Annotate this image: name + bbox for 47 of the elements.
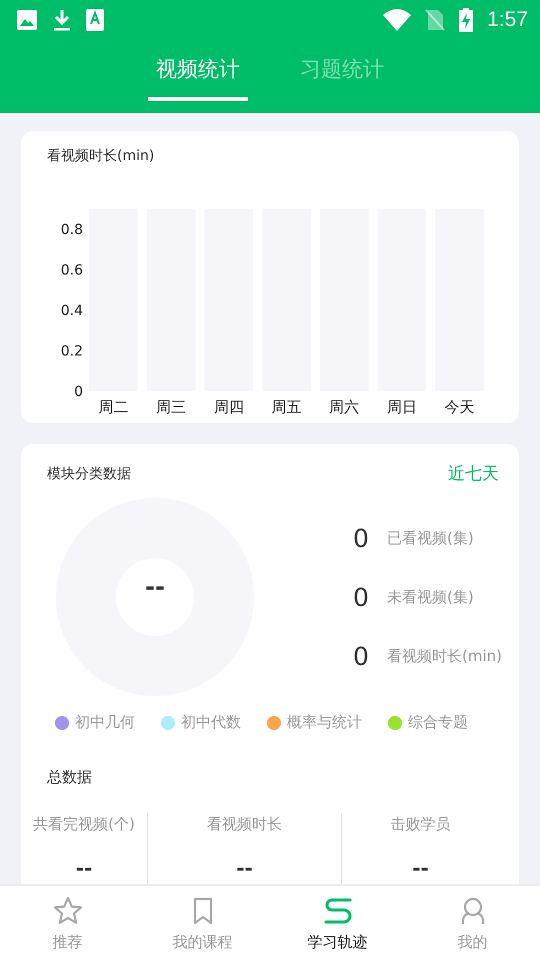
axis-label: 周三 xyxy=(156,398,186,416)
axis-label: 今天 xyxy=(444,398,475,416)
stat-value: 0 xyxy=(353,642,369,670)
axis-label: 周日 xyxy=(386,398,417,416)
stat-value: 0 xyxy=(353,524,369,552)
card-title: 看视频时长(min) xyxy=(47,147,156,165)
stat-label: 看视频时长(min) xyxy=(387,646,502,666)
axis-label: 周五 xyxy=(272,398,302,416)
download-icon xyxy=(52,8,72,32)
range-link[interactable]: 近七天 xyxy=(448,462,499,485)
legend-label: 综合专题 xyxy=(408,713,468,732)
axis-label: 0.2 xyxy=(60,344,83,360)
axis-label: 0 xyxy=(74,384,83,400)
battery-charging-icon xyxy=(459,8,474,32)
status-time: 1:57 xyxy=(487,8,528,32)
section-title: 总数据 xyxy=(47,768,93,787)
tab[interactable]: 视频统计 xyxy=(140,40,256,113)
nav-item[interactable]: 学习轨迹 xyxy=(270,886,405,960)
axis-label: 周二 xyxy=(98,398,128,416)
axis-label: 0.6 xyxy=(60,262,83,279)
tab[interactable]: 习题统计 xyxy=(284,40,400,113)
legend-label: 初中几何 xyxy=(75,713,135,732)
total-value: -- xyxy=(236,856,253,880)
nav-item[interactable]: 我的 xyxy=(405,886,540,960)
nav-item[interactable]: 推荐 xyxy=(0,886,135,960)
stat-label: 已看视频(集) xyxy=(387,528,474,548)
image-icon xyxy=(16,9,38,31)
axis-label: 周四 xyxy=(214,398,244,416)
axis-label: 周六 xyxy=(329,398,360,416)
legend-label: 初中代数 xyxy=(181,713,241,732)
total-label: 击败学员 xyxy=(390,815,450,834)
font-icon xyxy=(86,9,104,31)
wifi-icon xyxy=(383,9,412,31)
total-value: -- xyxy=(412,856,429,880)
legend-label: 概率与统计 xyxy=(287,713,362,732)
axis-label: 0.8 xyxy=(60,222,83,238)
total-label: 共看完视频(个) xyxy=(33,815,135,834)
star-icon xyxy=(52,894,84,926)
nav-item[interactable]: 我的课程 xyxy=(135,886,270,960)
stat-value: 0 xyxy=(353,582,369,612)
total-label: 看视频时长 xyxy=(207,815,282,834)
card-title: 模块分类数据 xyxy=(47,464,131,482)
total-value: -- xyxy=(76,856,92,880)
axis-label: 0.4 xyxy=(60,303,83,320)
donut-center-value: -- xyxy=(145,573,165,601)
no-sim-icon xyxy=(425,8,446,32)
stat-label: 未看视频(集) xyxy=(387,588,474,606)
